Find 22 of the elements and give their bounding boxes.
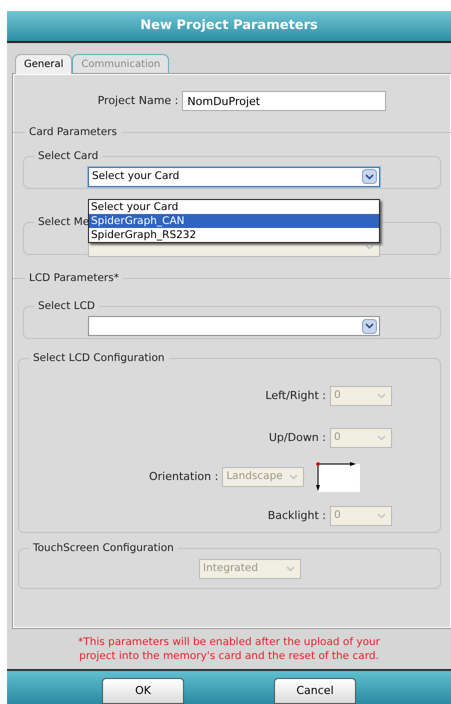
field-label: Orientation : (149, 469, 218, 485)
group-label: Select LCD Configuration (33, 352, 165, 364)
dialog-button[interactable]: OK (102, 678, 184, 704)
tab[interactable]: General (15, 54, 72, 74)
group-label: Select Me (38, 216, 90, 228)
field-label: Project Name : (98, 92, 178, 109)
field-label: Left/Right : (264, 388, 326, 404)
field-label: Up/Down : (268, 430, 326, 446)
group-label: Card Parameters (29, 126, 117, 138)
dropdown-option[interactable]: SpiderGraph_RS232 (89, 228, 379, 242)
dropdown-field[interactable]: Select your Card (88, 166, 380, 186)
dialog-button[interactable]: Cancel (274, 678, 356, 704)
window-title: New Project Parameters (140, 17, 318, 36)
note-text: *This parameters will be enabled after the upload of your project into the memory's card and the reset of the card. (77, 635, 381, 663)
project-name-field[interactable]: NomDuProjet (182, 91, 386, 111)
dropdown-option[interactable]: SpiderGraph_CAN (89, 214, 379, 228)
dropdown-option[interactable]: Select your Card (89, 200, 379, 214)
group-label: Select LCD (38, 300, 95, 312)
group-label: Select Card (38, 150, 98, 162)
field-label: Backlight : (266, 508, 326, 524)
group-label: TouchScreen Configuration (33, 542, 174, 554)
group-label: LCD Parameters* (29, 272, 119, 284)
